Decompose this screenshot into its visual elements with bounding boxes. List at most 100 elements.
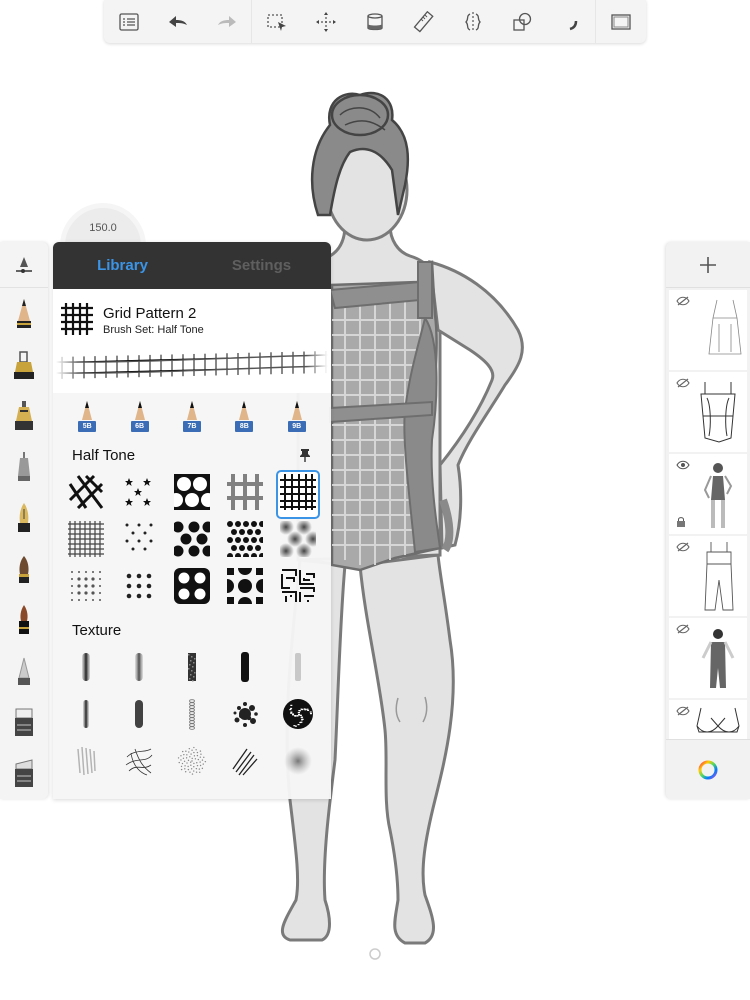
brush-hexagon-holes[interactable] bbox=[165, 471, 218, 518]
shapes-button[interactable] bbox=[497, 0, 546, 43]
transform-button[interactable] bbox=[301, 0, 350, 43]
eye-icon[interactable] bbox=[676, 460, 690, 470]
eye-hidden-icon[interactable] bbox=[676, 542, 690, 552]
scribble-pattern-icon bbox=[125, 748, 152, 776]
eraser-icon bbox=[15, 708, 33, 736]
tab-library[interactable]: Library bbox=[53, 242, 192, 289]
pencil-preset-8b[interactable]: 8B bbox=[233, 400, 255, 432]
lock-icon bbox=[677, 517, 685, 527]
brush-hatch-soft[interactable] bbox=[59, 740, 112, 787]
pencil-preset-9b[interactable]: 9B bbox=[286, 400, 308, 432]
curve-button[interactable] bbox=[546, 0, 595, 43]
rail-tool-ballpoint-pen[interactable] bbox=[0, 441, 48, 492]
brush-scribble[interactable] bbox=[112, 740, 165, 787]
tab-settings[interactable]: Settings bbox=[192, 242, 331, 289]
full-screen-button[interactable] bbox=[596, 0, 645, 43]
rail-tool-paintbrush[interactable] bbox=[0, 543, 48, 594]
brush-grain[interactable] bbox=[165, 740, 218, 787]
brush-fuzz[interactable] bbox=[271, 740, 324, 787]
brush-large-dot-stagger[interactable] bbox=[165, 518, 218, 565]
brush-grid-pattern-2[interactable] bbox=[271, 470, 324, 519]
brush-splatter[interactable] bbox=[218, 693, 271, 740]
brush-soft-grid[interactable] bbox=[218, 471, 271, 518]
brush-swatch-frame bbox=[121, 521, 157, 562]
brush-swatch-frame bbox=[280, 743, 316, 784]
texture-brush-grid bbox=[53, 646, 331, 787]
brush-bead-stroke[interactable] bbox=[165, 693, 218, 740]
brush-rough-stroke[interactable] bbox=[165, 646, 218, 693]
pencil-preset-label: 5B bbox=[78, 421, 97, 432]
layer-figure-with-swimsuit[interactable] bbox=[669, 454, 747, 534]
eye-hidden-icon[interactable] bbox=[676, 624, 690, 634]
brush-small-dots-fade[interactable] bbox=[59, 565, 112, 612]
brush-sparse-dots[interactable] bbox=[112, 518, 165, 565]
pencil-preset-label: 6B bbox=[130, 421, 149, 432]
brush-diamond-lattice[interactable] bbox=[59, 471, 112, 518]
eye-hidden-icon[interactable] bbox=[676, 706, 690, 716]
layer-figure-with-overalls[interactable] bbox=[669, 618, 747, 698]
brush-diagonal-hatch[interactable] bbox=[218, 740, 271, 787]
layer-swimsuit-outline[interactable] bbox=[669, 372, 747, 452]
color-picker-button[interactable] bbox=[666, 739, 750, 799]
noise-blob-pattern-icon bbox=[282, 699, 313, 729]
section-header-half-tone: Half Tone bbox=[53, 439, 331, 471]
pencil-preset-label: 7B bbox=[182, 421, 201, 432]
brush-soft-stroke-1[interactable] bbox=[59, 646, 112, 693]
pencil-preset-5b[interactable]: 5B bbox=[76, 400, 98, 432]
rail-tool-fountain-pen[interactable] bbox=[0, 492, 48, 543]
pencil-preset-7b[interactable]: 7B bbox=[181, 400, 203, 432]
brush-big-ring-dots[interactable] bbox=[165, 565, 218, 612]
undo-button[interactable] bbox=[153, 0, 202, 43]
layer-overalls-outline[interactable] bbox=[669, 536, 747, 616]
rail-tool-airbrush[interactable] bbox=[0, 645, 48, 696]
brush-soft-stroke-2[interactable] bbox=[112, 646, 165, 693]
brush-half-circles[interactable] bbox=[218, 561, 271, 612]
move-icon bbox=[315, 11, 336, 32]
layers-panel bbox=[666, 242, 750, 799]
brush-fine-grid[interactable] bbox=[59, 518, 112, 565]
layer-dress-sketch[interactable] bbox=[669, 290, 747, 370]
brush-light-stroke[interactable] bbox=[271, 646, 324, 693]
brush-soft-stroke-3[interactable] bbox=[59, 693, 112, 740]
brush-dark-stroke[interactable] bbox=[112, 693, 165, 740]
rail-tool-technical-pen[interactable] bbox=[0, 390, 48, 441]
guides-button[interactable] bbox=[399, 0, 448, 43]
brush-stroke-preview bbox=[56, 345, 328, 387]
brush-library-list-button[interactable] bbox=[104, 0, 153, 43]
pencil-preset-6b[interactable]: 6B bbox=[129, 400, 151, 432]
selection-button[interactable] bbox=[252, 0, 301, 43]
rail-tool-pencil[interactable] bbox=[0, 288, 48, 339]
eye-hidden-icon[interactable] bbox=[676, 296, 690, 306]
fill-button[interactable] bbox=[350, 0, 399, 43]
solid-stroke-pattern-icon bbox=[240, 652, 249, 682]
rail-tool-eraser-wedge[interactable] bbox=[0, 747, 48, 798]
frame-icon bbox=[610, 13, 631, 30]
grain-pattern-icon bbox=[177, 746, 206, 775]
brush-dense-dots[interactable] bbox=[218, 518, 271, 565]
canvas-rotate-indicator bbox=[369, 948, 381, 960]
pencil-presets: 5B 6B 7B 8B 9B bbox=[53, 393, 331, 439]
redo-button[interactable] bbox=[202, 0, 251, 43]
paint-bucket-icon bbox=[366, 12, 383, 30]
brush-swatch-frame bbox=[121, 696, 157, 737]
brush-swatch-frame bbox=[280, 568, 316, 609]
brush-settings-button[interactable] bbox=[0, 242, 48, 288]
brush-soft-dots[interactable] bbox=[271, 518, 324, 565]
wedge-eraser-icon bbox=[15, 758, 33, 787]
add-layer-button[interactable] bbox=[666, 242, 750, 288]
brush-noise-blob[interactable] bbox=[271, 693, 324, 740]
section-title: Half Tone bbox=[72, 447, 136, 464]
undo-arrow-icon bbox=[168, 15, 187, 27]
brush-stars[interactable] bbox=[112, 471, 165, 518]
symmetry-button[interactable] bbox=[448, 0, 497, 43]
rail-tool-marker-brush[interactable] bbox=[0, 594, 48, 645]
brush-maze[interactable] bbox=[271, 565, 324, 612]
half-circles-pattern-icon bbox=[219, 561, 270, 611]
rail-tool-eraser[interactable] bbox=[0, 696, 48, 747]
eye-hidden-icon[interactable] bbox=[676, 378, 690, 388]
rail-tool-inking-pen[interactable] bbox=[0, 339, 48, 390]
brush-solid-stroke[interactable] bbox=[218, 646, 271, 693]
pin-icon[interactable] bbox=[299, 448, 311, 462]
layer-list bbox=[666, 290, 750, 780]
brush-square-dots[interactable] bbox=[112, 565, 165, 612]
